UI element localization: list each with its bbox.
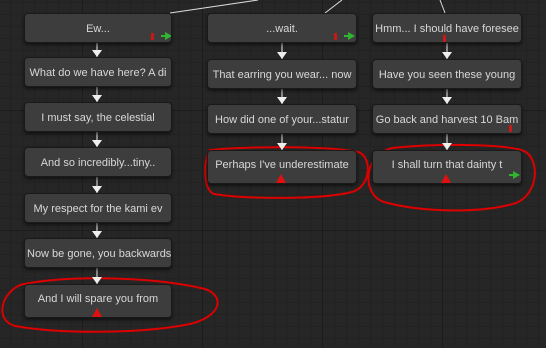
connection-arrow — [277, 52, 287, 59]
output-port-red[interactable] — [509, 125, 512, 132]
dialogue-node[interactable]: Go back and harvest 10 Bam — [372, 104, 522, 134]
incoming-connection-line — [439, 0, 446, 14]
connection-arrow — [92, 277, 102, 284]
dialogue-node[interactable]: Have you seen these young — [372, 59, 522, 89]
node-label: Have you seen these young — [378, 69, 516, 81]
dialogue-node[interactable]: I shall turn that dainty t — [372, 150, 522, 184]
connection-arrow — [92, 186, 102, 193]
output-port-green[interactable] — [161, 32, 171, 40]
dialogue-node[interactable]: Hmm... I should have foresee — [372, 13, 522, 43]
output-port-green[interactable] — [509, 171, 520, 179]
connection-arrow — [277, 143, 287, 150]
dialogue-node[interactable]: I must say, the celestial — [24, 102, 172, 132]
node-label: ...wait. — [266, 23, 298, 35]
connection-arrow — [442, 97, 452, 104]
node-label: Hmm... I should have foresee — [375, 23, 519, 35]
node-label: I must say, the celestial — [41, 112, 155, 124]
output-port-red[interactable] — [92, 308, 102, 317]
connection-arrow — [92, 50, 102, 57]
node-label: That earring you wear... now — [212, 69, 352, 81]
node-label: Go back and harvest 10 Bam — [375, 114, 519, 126]
connection-arrow — [92, 231, 102, 238]
node-label: And so incredibly...tiny.. — [40, 157, 156, 169]
node-label: What do we have here? A di — [29, 67, 167, 79]
dialogue-node[interactable]: My respect for the kami ev — [24, 193, 172, 223]
connection-arrow — [92, 140, 102, 147]
output-port-red[interactable] — [443, 35, 446, 42]
node-label: Now be gone, you backwards — [27, 248, 172, 260]
output-port-green[interactable] — [344, 32, 355, 40]
node-label: How did one of your...statur — [215, 114, 349, 126]
dialogue-node[interactable]: And so incredibly...tiny.. — [24, 147, 172, 177]
incoming-connection-line — [324, 0, 343, 14]
dialogue-node[interactable]: Perhaps I've underestimate — [207, 150, 357, 184]
dialogue-node[interactable]: ...wait. — [207, 13, 357, 43]
node-label: My respect for the kami ev — [33, 203, 163, 215]
connection-arrow — [442, 52, 452, 59]
output-port-red[interactable] — [334, 33, 337, 40]
connection-arrow — [277, 97, 287, 104]
dialogue-node[interactable]: That earring you wear... now — [207, 59, 357, 89]
dialogue-node[interactable]: How did one of your...statur — [207, 104, 357, 134]
dialogue-node[interactable]: Ew... — [24, 13, 172, 43]
node-label: Ew... — [86, 23, 110, 35]
connection-arrow — [442, 143, 452, 150]
dialogue-node[interactable]: And I will spare you from — [24, 284, 172, 318]
dialogue-node[interactable]: Now be gone, you backwards — [24, 238, 172, 268]
connection-arrow — [92, 95, 102, 102]
output-port-red[interactable] — [151, 33, 154, 40]
incoming-connection-line — [169, 0, 259, 14]
output-port-red[interactable] — [276, 174, 286, 183]
dialogue-node[interactable]: What do we have here? A di — [24, 57, 172, 87]
output-port-red[interactable] — [441, 174, 451, 183]
